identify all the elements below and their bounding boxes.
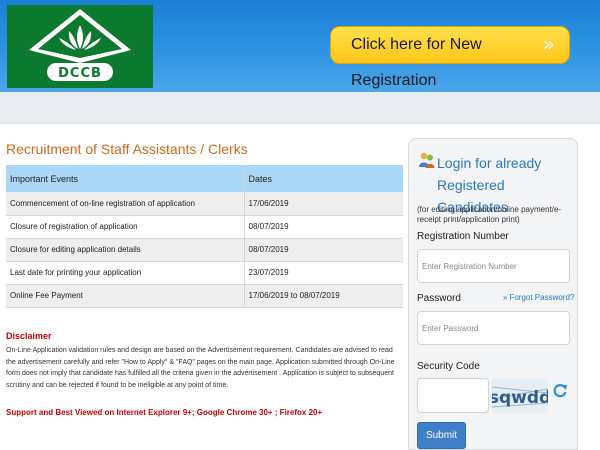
date-cell: 17/06/2019 <box>243 192 403 216</box>
column-header-events: Important Events <box>6 165 244 192</box>
security-code-label: Security Code <box>417 361 480 372</box>
double-chevron-right-icon: » <box>542 32 555 56</box>
submit-button[interactable]: Submit <box>417 422 466 449</box>
disclaimer-text: On-Line Application validation rules and… <box>6 347 395 389</box>
table-row: Online Fee Payment 17/06/2019 to 08/07/2… <box>6 284 403 308</box>
table-row: Closure for editing application details … <box>6 238 403 262</box>
captcha-image: sqwdd <box>492 379 548 413</box>
date-cell: 08/07/2019 <box>243 215 403 239</box>
registration-number-label: Registration Number <box>417 231 509 242</box>
refresh-icon[interactable] <box>552 382 568 398</box>
date-cell: 23/07/2019 <box>243 261 403 285</box>
password-label: Password <box>417 293 461 304</box>
site-header: DCCB Click here for New Registration » <box>0 0 600 92</box>
disclaimer-heading: Disclaimer <box>6 331 52 341</box>
registration-number-input[interactable] <box>417 249 570 283</box>
table-row: Commencement of on-line registration of … <box>6 192 403 216</box>
forgot-password-label: Forgot Password? <box>509 293 575 302</box>
login-subtitle: (for editing application/online payment/… <box>417 205 562 224</box>
event-cell: Online Fee Payment <box>6 284 244 308</box>
date-cell: 08/07/2019 <box>243 238 403 262</box>
browser-support-note: Support and Best Viewed on Internet Expl… <box>6 408 323 417</box>
security-code-input[interactable] <box>417 378 489 413</box>
page-title: Recruitment of Staff Assistants / Clerks <box>6 141 248 157</box>
dccb-logo: DCCB <box>7 5 153 88</box>
important-events-table: Important Events Dates Commencement of o… <box>6 165 403 308</box>
nav-band <box>0 92 600 124</box>
table-row: Last date for printing your application … <box>6 261 403 285</box>
new-registration-label: Click here for New Registration <box>351 36 482 89</box>
column-header-dates: Dates <box>243 165 403 192</box>
forgot-password-link[interactable]: » Forgot Password? <box>503 293 574 302</box>
date-cell: 17/06/2019 to 08/07/2019 <box>243 284 403 308</box>
event-cell: Commencement of on-line registration of … <box>6 192 244 216</box>
event-cell: Closure of registration of application <box>6 215 244 239</box>
double-chevron-right-icon: » <box>503 293 508 302</box>
new-registration-button[interactable]: Click here for New Registration » <box>330 26 570 89</box>
password-input[interactable] <box>417 311 570 345</box>
table-header-row: Important Events Dates <box>6 165 403 192</box>
logo-text: DCCB <box>58 66 102 81</box>
event-cell: Closure for editing application details <box>6 238 244 262</box>
event-cell: Last date for printing your application <box>6 261 244 285</box>
table-row: Closure of registration of application 0… <box>6 215 403 239</box>
captcha-text: sqwdd <box>492 388 548 408</box>
users-login-icon <box>419 152 435 168</box>
